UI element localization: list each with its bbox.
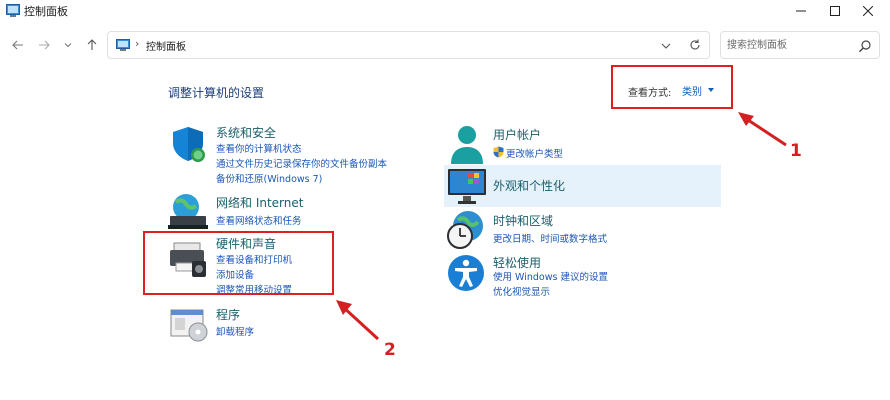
search-box[interactable]: [720, 31, 880, 59]
close-button[interactable]: [845, 0, 890, 22]
maximize-icon: [830, 6, 840, 16]
category-title-user-accounts[interactable]: 用户帐户: [493, 126, 541, 143]
category-title-clock-region[interactable]: 时钟和区域: [493, 212, 553, 229]
clock-globe-icon: [447, 211, 483, 249]
address-bar[interactable]: › 控制面板: [107, 31, 710, 59]
up-button[interactable]: [82, 35, 102, 55]
arrow-right-icon: [39, 40, 50, 50]
link-view-computer-status[interactable]: 查看你的计算机状态: [216, 141, 302, 155]
chevron-down-icon: [64, 43, 72, 48]
page-title: 调整计算机的设置: [168, 86, 265, 100]
category-title-programs[interactable]: 程序: [216, 306, 240, 323]
breadcrumb-control-panel[interactable]: 控制面板: [146, 38, 186, 53]
network-globe-icon: [168, 194, 208, 229]
link-optimize-visual-display[interactable]: 优化视觉显示: [493, 284, 550, 298]
refresh-icon[interactable]: [688, 38, 702, 52]
forward-button[interactable]: [34, 35, 54, 55]
category-title-appearance[interactable]: 外观和个性化: [493, 177, 565, 194]
arrow-up-icon: [87, 39, 97, 50]
programs-icon: [170, 309, 208, 342]
minimize-icon: [796, 10, 806, 12]
category-title-network[interactable]: 网络和 Internet: [216, 194, 303, 211]
user-icon: [451, 126, 483, 164]
breadcrumb-separator: ›: [135, 37, 140, 50]
link-recommended-settings[interactable]: 使用 Windows 建议的设置: [493, 269, 608, 283]
title-bar: 控制面板: [0, 0, 890, 22]
annotation-label-2: 2: [384, 340, 396, 360]
accessibility-icon: [448, 255, 484, 291]
search-icon[interactable]: [858, 39, 872, 53]
annotation-box-hardware: [143, 231, 334, 295]
control-panel-icon: [6, 4, 20, 17]
close-icon: [863, 6, 873, 16]
annotation-label-1: 1: [790, 141, 802, 161]
back-button[interactable]: [8, 35, 28, 55]
window-title: 控制面板: [24, 5, 68, 18]
control-panel-icon: [116, 39, 130, 51]
link-change-date-time-format[interactable]: 更改日期、时间或数字格式: [493, 231, 607, 245]
shield-icon: [173, 127, 205, 162]
search-input[interactable]: [727, 37, 847, 53]
link-backup-restore-win7[interactable]: 备份和还原(Windows 7): [216, 171, 322, 185]
arrow-left-icon: [12, 40, 23, 50]
chevron-down-icon[interactable]: [659, 39, 673, 53]
link-uninstall-program[interactable]: 卸载程序: [216, 324, 254, 338]
uac-shield-icon: [493, 146, 504, 158]
link-change-account-type[interactable]: 更改帐户类型: [506, 146, 563, 160]
annotation-box-view-by: [611, 65, 733, 109]
personalization-monitor-icon: [448, 169, 486, 204]
recent-locations-button[interactable]: [58, 35, 78, 55]
link-network-status[interactable]: 查看网络状态和任务: [216, 213, 302, 227]
category-title-system-security[interactable]: 系统和安全: [216, 124, 276, 141]
annotation-arrow-2-icon: [336, 300, 380, 341]
link-file-history-backup[interactable]: 通过文件历史记录保存你的文件备份副本: [216, 156, 387, 170]
